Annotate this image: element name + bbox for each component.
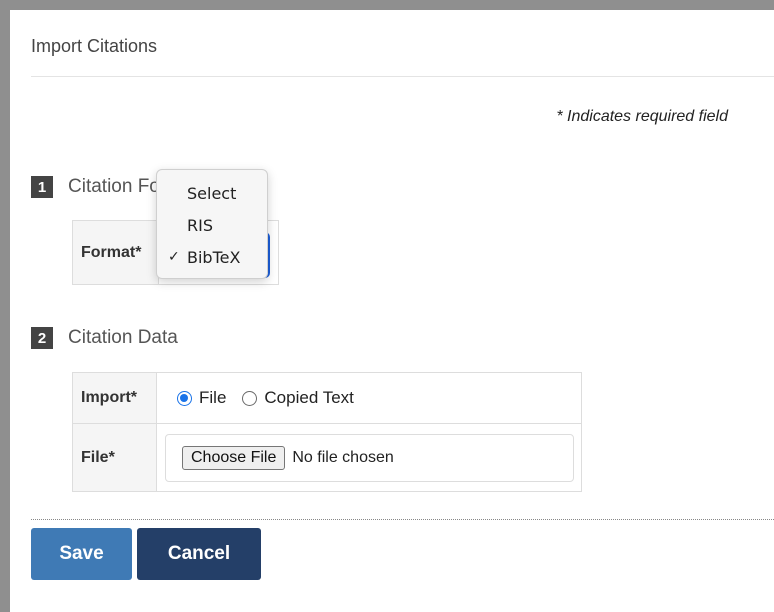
required-field-note: * Indicates required field	[556, 108, 728, 125]
option-label: BibTeX	[187, 247, 241, 267]
format-label: Format*	[72, 220, 159, 285]
dropdown-option-select[interactable]: Select	[157, 178, 269, 208]
option-label: RIS	[187, 215, 213, 235]
copied-text-radio[interactable]	[242, 390, 258, 406]
citation-data-table: Import* File Copied Text File* Choose Fi…	[72, 372, 582, 492]
dropdown-option-bibtex[interactable]: ✓ BibTeX	[157, 242, 269, 272]
checkmark-icon: ✓	[168, 249, 180, 265]
file-label: File*	[72, 423, 157, 492]
option-label: Select	[187, 183, 237, 203]
import-radio-group: File Copied Text	[157, 388, 581, 408]
file-status-text: No file chosen	[292, 448, 394, 466]
window-frame-left	[0, 0, 10, 612]
actions-divider	[31, 519, 774, 520]
import-label: Import*	[72, 372, 157, 424]
step-label: Citation Data	[68, 327, 178, 348]
file-input-cell: Choose File No file chosen	[156, 423, 582, 492]
window-frame-top	[0, 0, 774, 10]
step-number-badge: 1	[31, 176, 53, 198]
step-citation-data: 2 Citation Data	[31, 327, 178, 349]
cancel-button[interactable]: Cancel	[137, 528, 261, 580]
format-dropdown-menu: Select RIS ✓ BibTeX	[156, 169, 268, 279]
file-input[interactable]: Choose File No file chosen	[165, 433, 574, 482]
file-radio[interactable]	[177, 390, 192, 406]
save-button[interactable]: Save	[31, 528, 132, 580]
choose-file-button[interactable]: Choose File	[182, 445, 286, 470]
step-number-badge: 2	[31, 327, 53, 349]
copied-text-radio-label[interactable]: Copied Text	[264, 388, 353, 408]
title-divider	[31, 76, 774, 77]
panel-title: Import Citations	[31, 36, 158, 56]
import-options-cell: File Copied Text	[156, 372, 582, 424]
file-radio-label[interactable]: File	[199, 388, 226, 408]
dropdown-option-ris[interactable]: RIS	[157, 210, 269, 240]
